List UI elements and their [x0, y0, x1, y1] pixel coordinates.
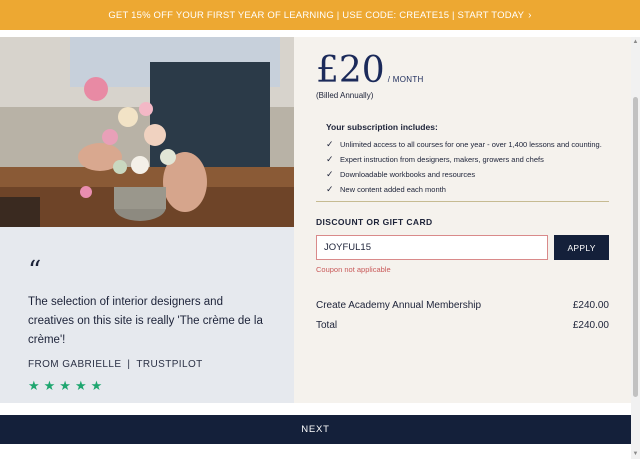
feature-item: ✓ Downloadable workbooks and resources	[326, 167, 609, 182]
feature-text: New content added each month	[340, 185, 446, 194]
check-icon: ✓	[326, 154, 334, 164]
testimonial-platform: TRUSTPILOT	[136, 359, 203, 370]
chevron-right-icon: ›	[528, 9, 532, 21]
testimonial-quote: The selection of interior designers and …	[28, 296, 263, 346]
includes-title: Your subscription includes:	[326, 122, 438, 132]
subscription-includes: Your subscription includes: ✓ Unlimited …	[316, 122, 609, 197]
feature-text: Downloadable workbooks and resources	[340, 170, 476, 179]
feature-text: Unlimited access to all courses for one …	[340, 140, 602, 149]
next-button[interactable]: NEXT	[0, 415, 631, 444]
summary-label: Create Academy Annual Membership	[316, 300, 482, 311]
feature-item: ✓ Unlimited access to all courses for on…	[326, 137, 609, 152]
summary-amount: £240.00	[572, 320, 609, 331]
apply-button[interactable]: APPLY	[554, 235, 609, 260]
feature-text: Expert instruction from designers, maker…	[340, 155, 544, 164]
summary-amount: £240.00	[572, 300, 609, 311]
promo-banner[interactable]: GET 15% OFF YOUR FIRST YEAR OF LEARNING …	[0, 0, 640, 30]
scrollbar-thumb[interactable]	[633, 97, 638, 397]
testimonial-card: “ The selection of interior designers an…	[0, 227, 294, 403]
plan-price: £20	[316, 50, 385, 91]
feature-item: ✓ Expert instruction from designers, mak…	[326, 152, 609, 167]
checkout-panel: £20 / MONTH (Billed Annually) Your subsc…	[294, 37, 631, 403]
scroll-down-icon[interactable]: ▼	[632, 451, 639, 457]
check-icon: ✓	[326, 184, 334, 194]
check-icon: ✓	[326, 169, 334, 179]
discount-code-input[interactable]	[316, 235, 549, 260]
quote-mark-icon: “	[28, 256, 42, 286]
summary-row-membership: Create Academy Annual Membership £240.00	[316, 300, 609, 311]
star-rating-icon: ★★★★★	[28, 378, 107, 393]
check-icon: ✓	[326, 139, 334, 149]
feature-item: ✓ New content added each month	[326, 182, 609, 197]
next-label[interactable]: NEXT	[301, 424, 330, 435]
summary-label: Total	[316, 320, 338, 331]
plan-period: / MONTH	[387, 75, 424, 84]
summary-row-total: Total £240.00	[316, 320, 609, 331]
source-separator: |	[127, 359, 131, 370]
testimonial-author: FROM GABRIELLE	[28, 359, 122, 370]
promo-text[interactable]: GET 15% OFF YOUR FIRST YEAR OF LEARNING …	[108, 10, 524, 21]
price-row: £20 / MONTH	[316, 51, 609, 91]
discount-row: APPLY	[316, 235, 609, 260]
course-photo	[0, 37, 294, 227]
coupon-error: Coupon not applicable	[316, 265, 391, 274]
discount-title: DISCOUNT OR GIFT CARD	[316, 217, 433, 227]
checkout-modal: “ The selection of interior designers an…	[0, 37, 631, 403]
billing-note: (Billed Annually)	[316, 91, 374, 100]
scrollbar[interactable]: ▲ ▼	[631, 37, 640, 459]
section-divider	[316, 201, 609, 202]
testimonial-source: FROM GABRIELLE | TRUSTPILOT	[28, 359, 266, 370]
scroll-up-icon[interactable]: ▲	[632, 39, 639, 45]
